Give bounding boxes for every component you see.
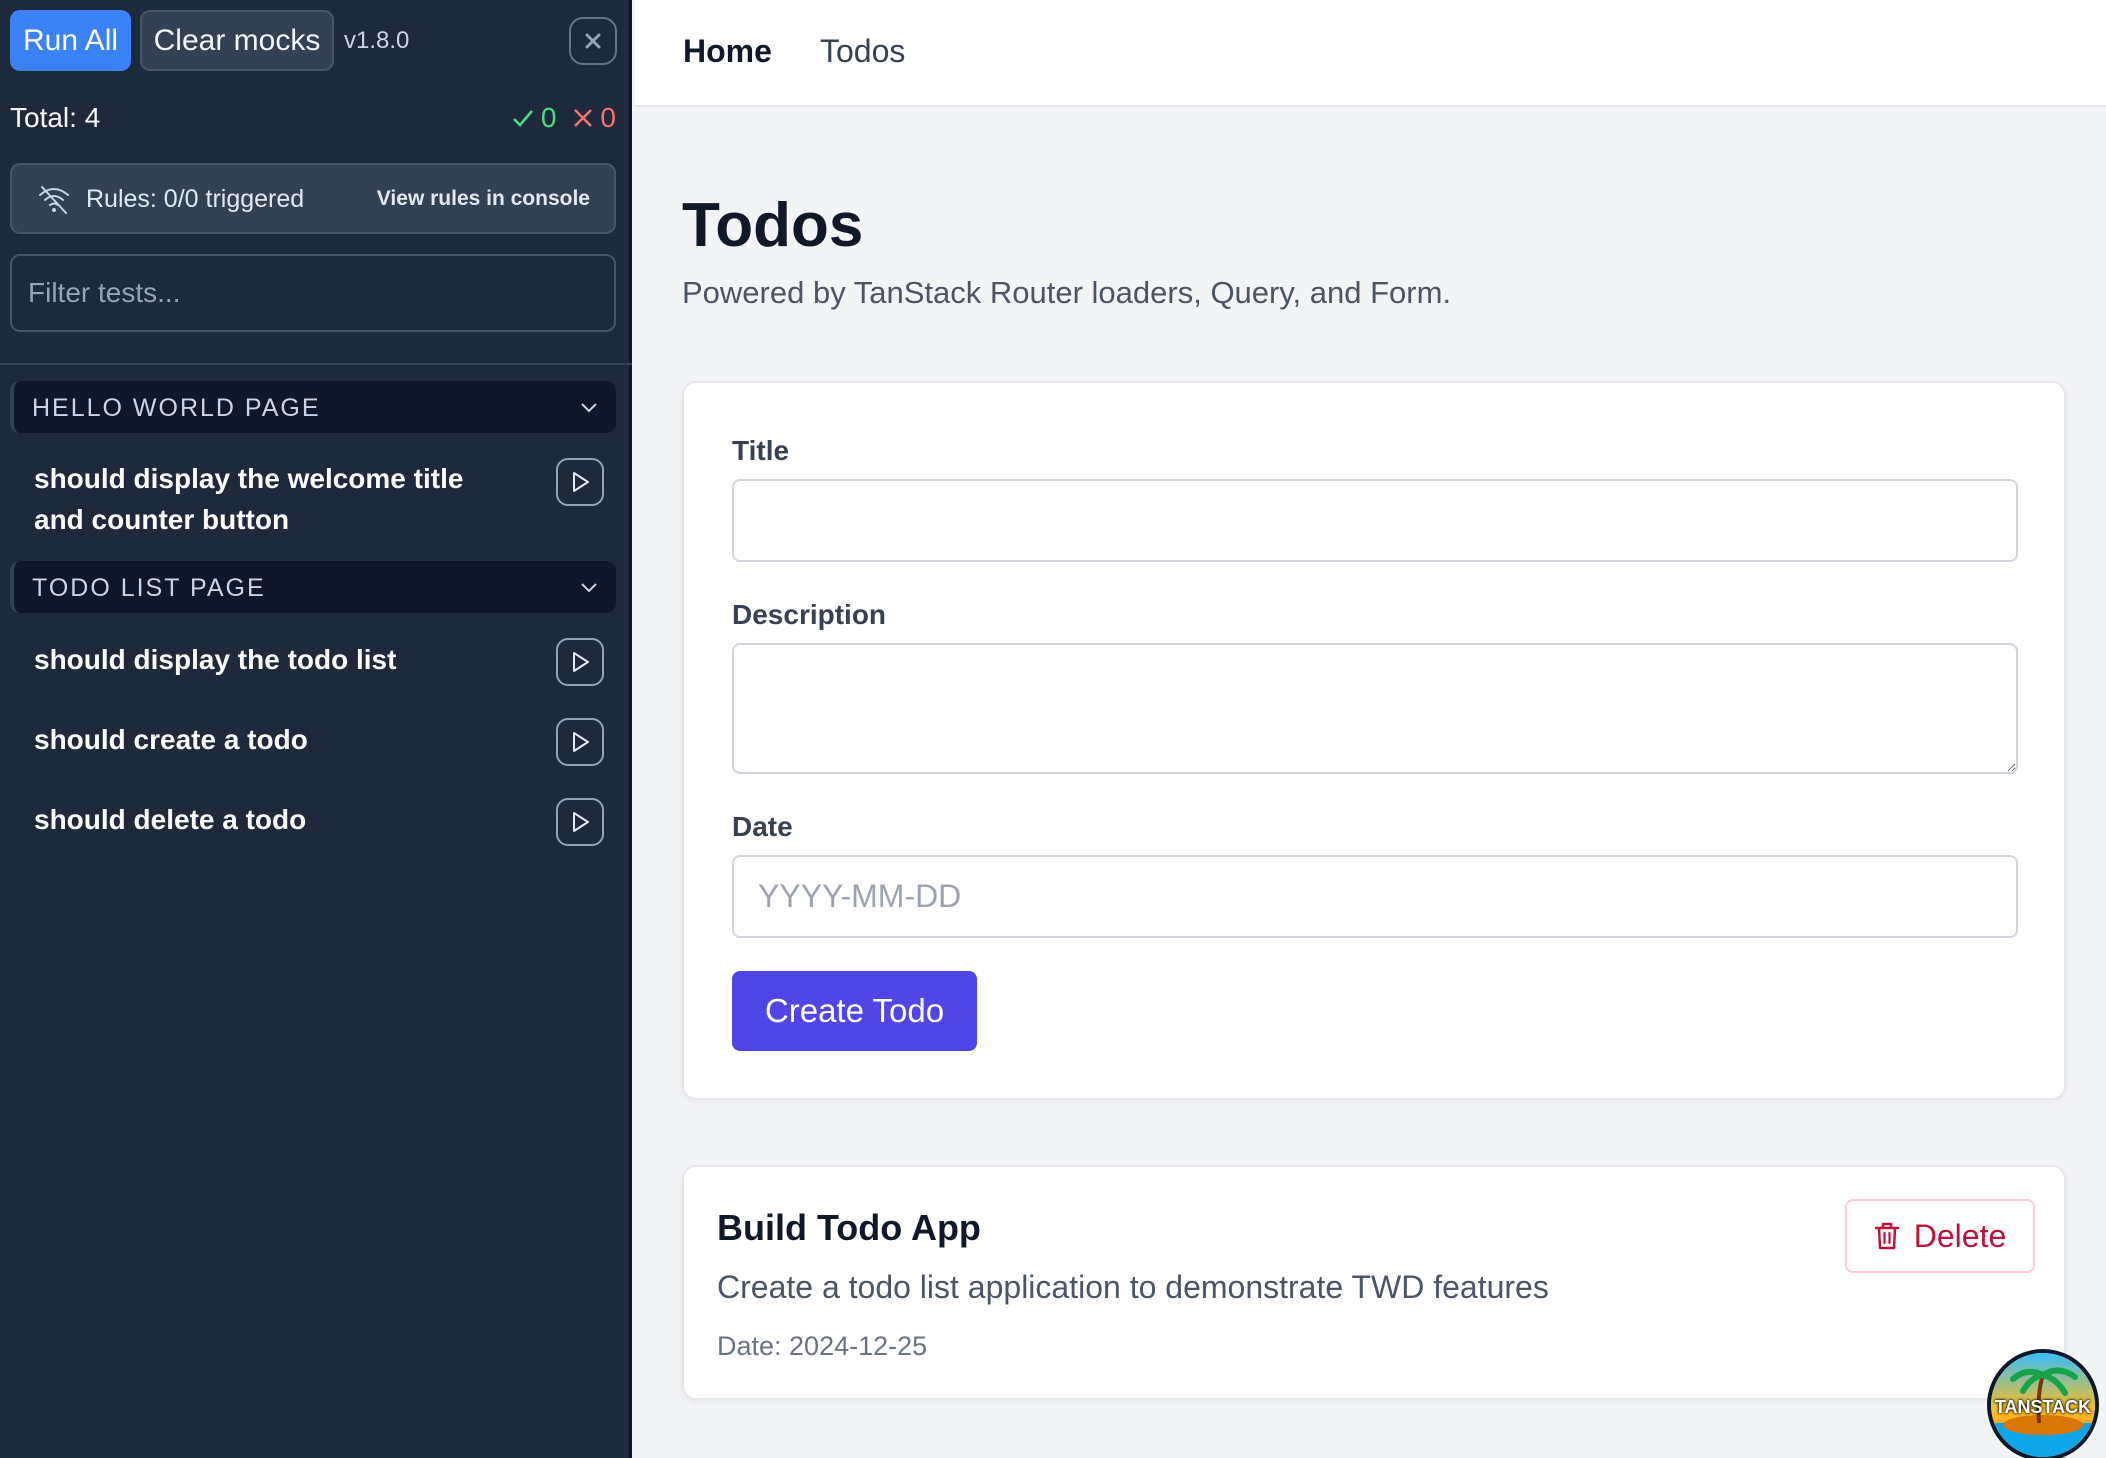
play-icon: [573, 652, 589, 672]
page-title: Todos: [682, 191, 864, 260]
nav-link-todos[interactable]: Todos: [820, 33, 905, 70]
close-panel-button[interactable]: [569, 17, 617, 65]
title-input[interactable]: [732, 479, 2018, 562]
test-runner-panel: Run All Clear mocks v1.8.0 Total: 4 0 0: [0, 0, 632, 1458]
clear-mocks-button[interactable]: Clear mocks: [140, 10, 334, 71]
cross-icon: [574, 109, 593, 127]
total-count: Total: 4: [10, 102, 101, 133]
logo-text: TANSTACK: [1994, 1397, 2092, 1417]
passed-counter: 0: [511, 102, 557, 134]
test-totals: Total: 4 0 0: [10, 100, 616, 144]
failed-counter: 0: [572, 102, 616, 134]
failed-count: 0: [600, 102, 616, 133]
test-group-todo-list[interactable]: TODO LIST PAGE: [10, 561, 616, 613]
title-label: Title: [732, 435, 790, 466]
page-subtitle: Powered by TanStack Router loaders, Quer…: [682, 275, 1452, 310]
date-label: Date: [732, 811, 793, 842]
group-title: TODO LIST PAGE: [32, 574, 266, 602]
passed-count: 0: [540, 102, 557, 133]
top-navigation: Home Todos: [635, 0, 2106, 107]
play-icon: [573, 732, 589, 752]
todo-description: Create a todo list application to demons…: [717, 1269, 1549, 1305]
rules-status: Rules: 0/0 triggered View rules in conso…: [10, 163, 616, 234]
chevron-down-icon: [581, 403, 597, 413]
trash-icon: [1874, 1222, 1899, 1250]
tanstack-devtools-logo[interactable]: TANSTACK: [1987, 1349, 2099, 1458]
play-icon: [573, 812, 589, 832]
test-group-hello-world[interactable]: HELLO WORLD PAGE: [10, 381, 616, 433]
run-all-button[interactable]: Run All: [10, 10, 131, 71]
test-name: should delete a todo: [34, 804, 307, 835]
todo-card: Build Todo App Create a todo list applic…: [682, 1165, 2066, 1400]
close-icon: [585, 33, 601, 49]
run-test-button[interactable]: [556, 798, 604, 846]
view-rules-link[interactable]: View rules in console: [377, 187, 590, 211]
description-input[interactable]: [732, 643, 2018, 774]
test-name: should display the welcome title and cou…: [34, 463, 464, 535]
create-todo-button[interactable]: Create Todo: [732, 971, 977, 1051]
filter-tests-input[interactable]: [10, 254, 616, 332]
todo-title: Build Todo App: [717, 1207, 981, 1248]
date-input[interactable]: [732, 855, 2018, 938]
chevron-down-icon: [581, 583, 597, 593]
version-label: v1.8.0: [344, 27, 410, 54]
panel-divider: [0, 363, 632, 365]
delete-todo-button[interactable]: Delete: [1845, 1199, 2035, 1273]
result-counts: 0 0: [511, 102, 616, 134]
run-test-button[interactable]: [556, 458, 604, 506]
description-label: Description: [732, 599, 887, 630]
wifi-off-icon: [39, 186, 69, 214]
test-name: should display the todo list: [34, 644, 397, 675]
panel-toolbar: Run All Clear mocks v1.8.0: [10, 10, 622, 71]
check-icon: [512, 110, 533, 127]
run-test-button[interactable]: [556, 638, 604, 686]
todo-date: Date: 2024-12-25: [717, 1331, 928, 1361]
delete-label: Delete: [1913, 1217, 2007, 1254]
nav-link-home[interactable]: Home: [683, 33, 772, 70]
rules-triggered-text: Rules: 0/0 triggered: [86, 185, 305, 213]
group-title: HELLO WORLD PAGE: [32, 394, 321, 422]
run-test-button[interactable]: [556, 718, 604, 766]
test-name: should create a todo: [34, 724, 308, 755]
play-icon: [573, 472, 589, 492]
create-todo-form: Title Description Date Create Todo: [682, 381, 2066, 1100]
